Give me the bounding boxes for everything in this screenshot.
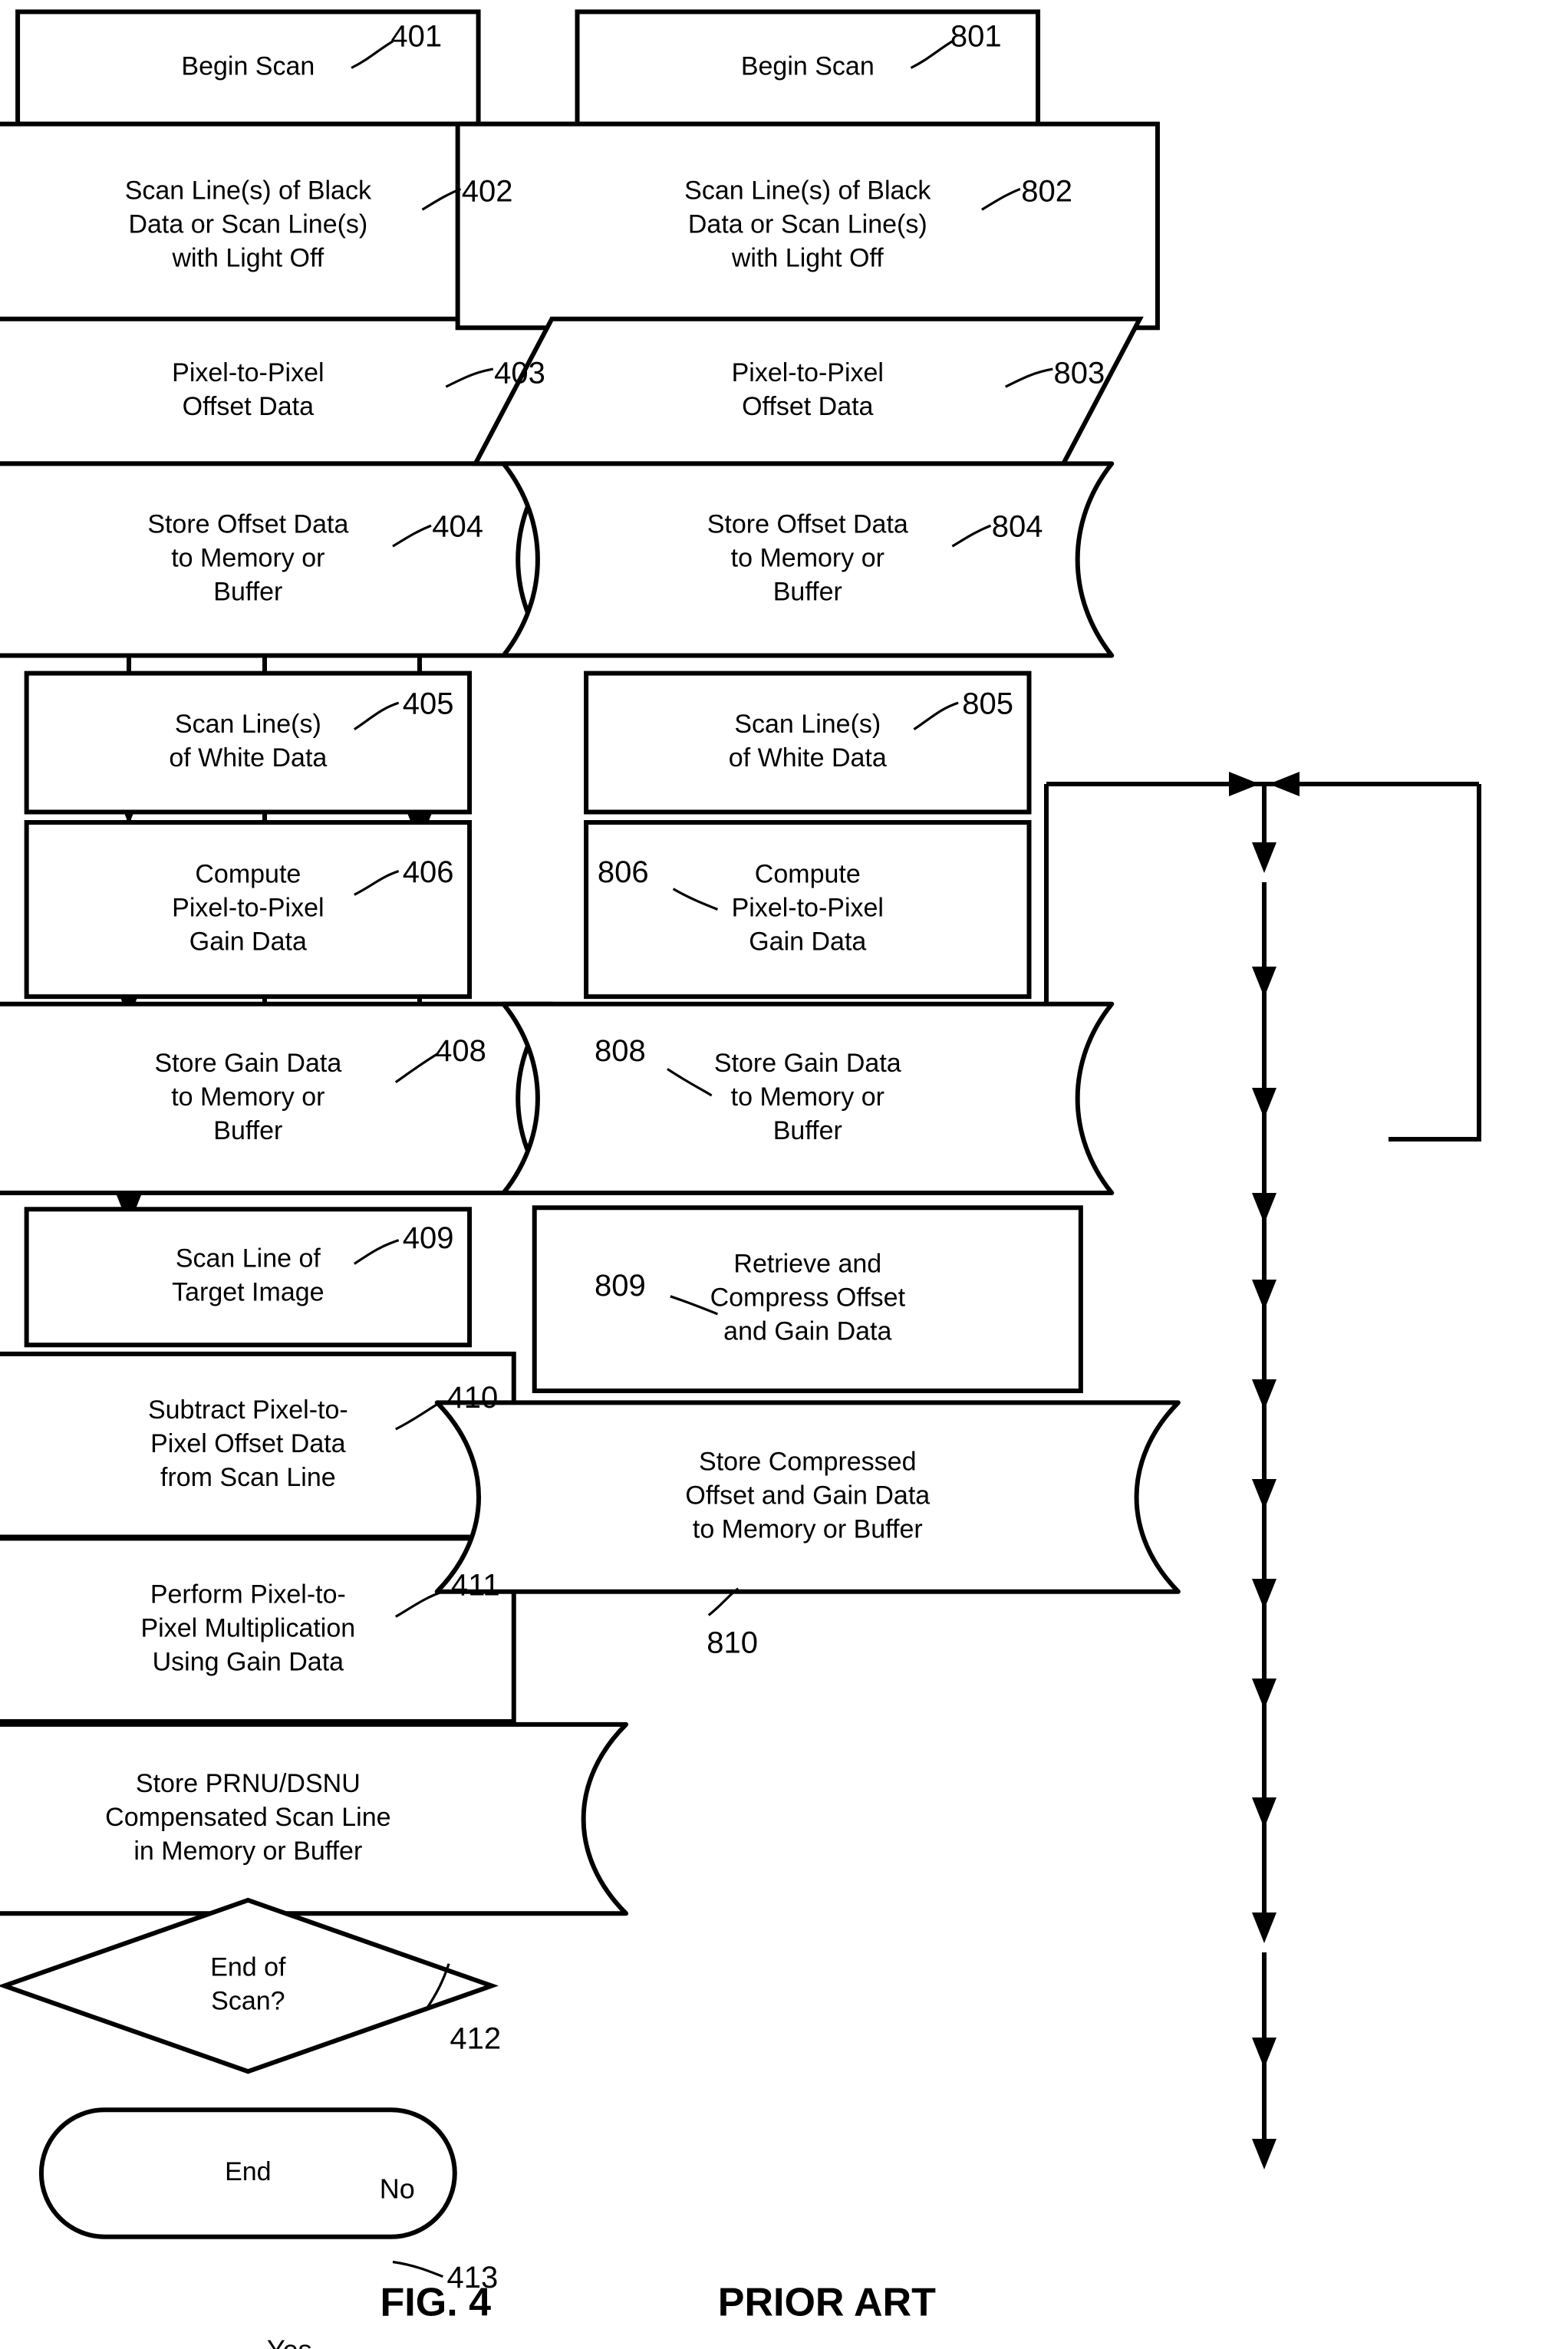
reference-numeral-805: 805 <box>962 687 1013 721</box>
flow-node-411: Perform Pixel-to- Pixel Multiplication Usi… <box>0 1536 516 1725</box>
node-label: Scan? <box>211 1987 285 2016</box>
node-label: of White Data <box>729 743 887 773</box>
flow-node-410: Subtract Pixel-to- Pixel Offset Data from … <box>0 1351 516 1540</box>
node-label: to Memory or <box>731 1082 884 1112</box>
flow-node-408: Store Gain Data to Memory or Buffer <box>0 1001 555 1196</box>
reference-numeral-409: 409 <box>403 1221 454 1255</box>
flow-node-802: Scan Line(s) of Black Data or Scan Line(s… <box>455 121 1160 331</box>
node-label: Begin Scan <box>741 52 875 81</box>
node-label: Pixel Offset Data <box>150 1429 346 1458</box>
node-label: Subtract Pixel-to- <box>148 1395 348 1425</box>
flow-node-412: Store PRNU/DSNU Compensated Scan Line in M… <box>0 1721 629 1916</box>
cap-prior-art: PRIOR ART <box>718 2281 936 2325</box>
node-label: Buffer <box>773 577 842 606</box>
node-label: Data or Scan Line(s) <box>128 209 367 239</box>
node-label: Store PRNU/DSNU <box>136 1769 361 1798</box>
nodes-layer: Begin Scan Scan Line(s) of Black Data or S… <box>0 9 1181 2239</box>
node-label: Pixel-to-Pixel <box>732 894 884 923</box>
reference-numeral-802: 802 <box>1021 175 1072 209</box>
flow-node-808: Store Gain Data to Memory or Buffer <box>501 1001 1115 1196</box>
reference-numeral-809: 809 <box>595 1269 646 1303</box>
node-label: Compensated Scan Line <box>105 1803 390 1832</box>
reference-numeral-810: 810 <box>707 1626 758 1660</box>
reference-numeral-806: 806 <box>598 855 649 889</box>
node-label: with Light Off <box>731 243 884 272</box>
flow-node-804: Store Offset Data to Memory or Buffer <box>501 461 1115 658</box>
node-label: Data or Scan Line(s) <box>688 209 927 239</box>
node-label: Target Image <box>172 1278 324 1307</box>
flow-node-404: Store Offset Data to Memory or Buffer <box>0 461 555 658</box>
reference-numeral-406: 406 <box>403 855 454 889</box>
node-label: Retrieve and <box>733 1250 881 1279</box>
node-label: Gain Data <box>749 927 866 957</box>
node-label: Pixel Multiplication <box>141 1614 356 1643</box>
edge-label-no: No <box>380 2173 415 2205</box>
reference-numeral-408: 408 <box>435 1034 486 1068</box>
node-label: and Gain Data <box>723 1317 891 1346</box>
reference-numeral-404: 404 <box>432 510 483 544</box>
node-label: Scan Line(s) <box>734 710 881 739</box>
node-label: Scan Line(s) <box>175 710 321 739</box>
reference-numeral-801: 801 <box>950 20 1002 54</box>
node-label: Scan Line of <box>176 1244 321 1273</box>
node-label: Compress Offset <box>710 1283 906 1313</box>
node-label: Offset and Gain Data <box>685 1481 930 1511</box>
node-label: Pixel-to-Pixel <box>732 358 884 387</box>
flow-node-806: Compute Pixel-to-Pixel Gain Data <box>584 819 1032 1000</box>
node-label: Buffer <box>213 1116 282 1145</box>
edge-label-yes: Yes <box>267 2334 312 2349</box>
figure-captions-layer: FIG. 4PRIOR ARTFIG. 8 <box>380 2281 937 2325</box>
reference-numeral-405: 405 <box>403 687 454 721</box>
node-label: with Light Off <box>171 243 324 272</box>
node-label: Store Gain Data <box>154 1049 341 1078</box>
reference-numeral-401: 401 <box>390 20 442 54</box>
flow-node-810: Store Compressed Offset and Gain Data to M… <box>434 1400 1181 1594</box>
node-label: Store Gain Data <box>714 1049 901 1078</box>
node-label: Pixel-to-Pixel <box>172 894 324 923</box>
node-label: Scan Line(s) of Black <box>684 176 931 205</box>
node-label: Compute <box>755 860 861 889</box>
reference-numeral-411: 411 <box>451 1568 500 1602</box>
node-label: from Scan Line <box>160 1463 336 1492</box>
flow-node-406: Compute Pixel-to-Pixel Gain Data <box>24 819 473 1000</box>
reference-numeral-803: 803 <box>1054 356 1105 390</box>
node-label: Gain Data <box>189 927 307 957</box>
node-label: Perform Pixel-to- <box>150 1580 346 1609</box>
node-label: to Memory or <box>171 543 324 572</box>
reference-numeral-808: 808 <box>595 1034 646 1068</box>
node-label: to Memory or <box>731 543 884 572</box>
node-label: Offset Data <box>183 392 314 421</box>
node-label: Buffer <box>213 577 282 606</box>
node-label: Scan Line(s) of Black <box>125 176 372 205</box>
flow-node-803: Pixel-to-Pixel Offset Data <box>471 316 1144 466</box>
reference-numeral-403: 403 <box>494 356 545 390</box>
node-label: Buffer <box>773 1116 842 1145</box>
flow-node-413: End of Scan? <box>0 1897 499 2074</box>
cap-fig4: FIG. 4 <box>380 2281 492 2325</box>
node-label: Store Offset Data <box>707 509 908 539</box>
node-label: Store Compressed <box>699 1448 916 1477</box>
node-label: Compute <box>195 860 301 889</box>
node-label: Begin Scan <box>181 52 315 81</box>
reference-numeral-412: 412 <box>450 2021 501 2055</box>
node-label: of White Data <box>169 743 327 773</box>
node-label: to Memory or <box>171 1082 324 1112</box>
leader-line-413 <box>392 2260 443 2278</box>
reference-numeral-410: 410 <box>447 1381 499 1415</box>
flowchart-svg: Begin Scan Scan Line(s) of Black Data or S… <box>0 9 1481 2349</box>
node-label: Using Gain Data <box>153 1648 344 1677</box>
reference-numeral-804: 804 <box>992 510 1043 544</box>
node-label: Offset Data <box>742 392 873 421</box>
node-label: End <box>225 2157 272 2186</box>
node-label: Pixel-to-Pixel <box>172 358 324 387</box>
node-label: Store Offset Data <box>147 509 348 539</box>
node-label: to Memory or Buffer <box>693 1515 923 1544</box>
figure-canvas: Begin Scan Scan Line(s) of Black Data or S… <box>0 0 1568 2349</box>
reference-numeral-402: 402 <box>462 175 513 209</box>
node-label: End of <box>210 1953 286 1982</box>
node-label: in Memory or Buffer <box>133 1837 362 1866</box>
